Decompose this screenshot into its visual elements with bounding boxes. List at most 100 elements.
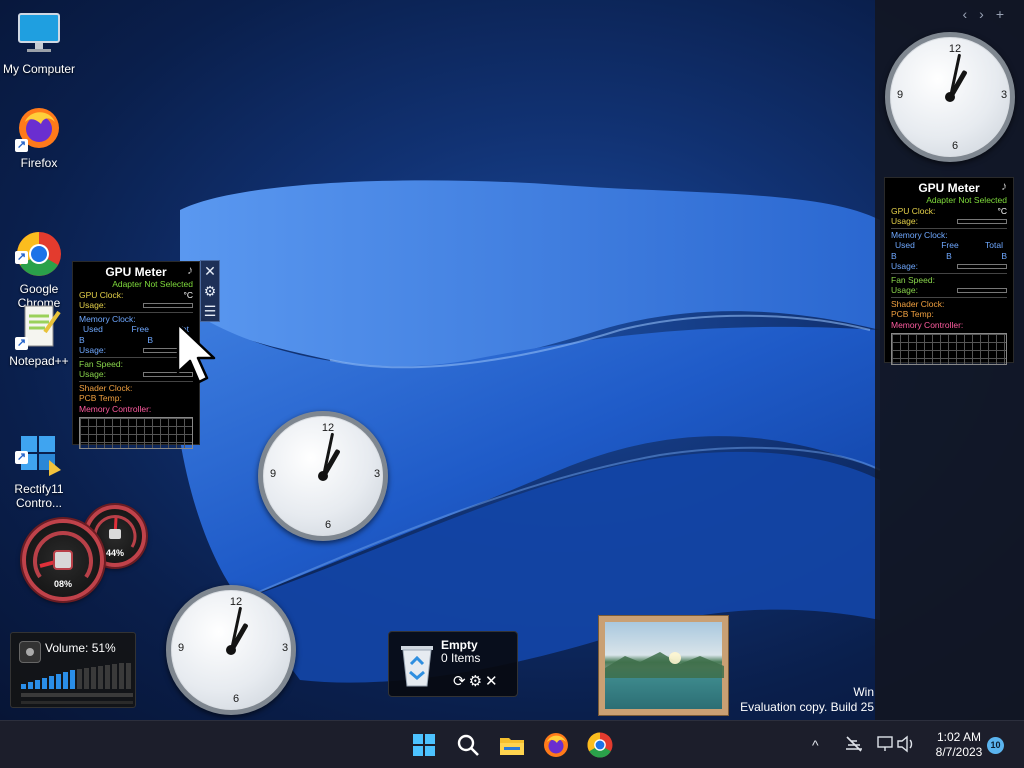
clock-center [226,645,236,655]
gpu-usage-label: Usage: [891,216,918,226]
watermark-line-1: Win [853,685,874,699]
cpu-dial: 08% [22,519,104,601]
desktop-icon-label: Notepad++ [9,354,69,368]
sidebar-add-gadget-button[interactable]: + [996,6,1016,22]
display-icon[interactable] [876,735,896,753]
cpu-meter-gadget[interactable]: 44% 08% [22,505,148,601]
start-button[interactable] [410,731,438,759]
pcb-temp-label: PCB Temp: [891,309,934,319]
desktop-icon-label: Firefox [20,156,58,170]
shortcut-arrow-icon: ↗ [15,139,28,152]
firefox-icon: ↗ [15,104,63,152]
slideshow-photo [605,622,724,709]
shortcut-arrow-icon: ↗ [15,337,28,350]
desktop[interactable]: My Computer ↗ Firefox ↗ Google Chrome ↗ … [0,0,1024,720]
shortcut-arrow-icon: ↗ [15,451,28,464]
drag-gadget-icon[interactable]: ☰ [201,301,219,321]
gadget-sidebar: ‹›+ 12 3 6 9 ♪ GPU Meter Adapter Not Sel… [875,0,1024,720]
clock-numeral-9: 9 [269,468,277,480]
fan-usage-label: Usage: [79,369,106,379]
firefox-icon [544,733,568,757]
gadget-toolbar: ✕ ⚙ ☰ [200,260,220,322]
gadget-options-icon[interactable]: ⚙ [201,281,219,301]
desktop-icon-firefox[interactable]: ↗ Firefox [0,104,78,170]
recycle-bin-icon[interactable] [397,640,437,688]
gpu-usage-bar [957,218,1007,224]
used-label: Used [83,324,103,334]
recycle-bin-actions[interactable]: ⟳⚙✕ [453,672,501,690]
sidebar-navigation: ‹›+ [962,6,1016,22]
notification-badge[interactable]: 10 [987,737,1004,754]
gpu-usage-label: Usage: [79,300,106,310]
recycle-bin-gadget[interactable]: Empty 0 Items ⟳⚙✕ [388,631,518,697]
temp-unit: °C [997,205,1007,216]
volume-label: Volume: 51% [45,641,116,655]
analog-clock-gadget[interactable]: 12 3 6 9 [166,585,296,715]
taskbar-time: 1:02 AM [936,730,982,744]
clock-numeral-6: 6 [232,693,240,705]
used-value: B [79,334,85,345]
clock-numeral-3: 3 [1000,89,1008,101]
taskbar: ^ 1:02 AM 8/7/2023 10 [0,720,1024,768]
close-gadget-icon[interactable]: ✕ [201,261,219,281]
gpu-meter-gadget[interactable]: ♪ GPU Meter Adapter Not Selected GPU Clo… [884,177,1014,365]
chrome-taskbar-button[interactable] [586,731,614,759]
gpu-clock-label: GPU Clock: [891,205,936,216]
desktop-icon-notepad-plus-plus[interactable]: ↗ Notepad++ [0,302,78,368]
volume-slider-track[interactable] [21,693,133,697]
taskbar-apps [410,731,614,759]
fan-usage-label: Usage: [891,285,918,295]
chrome-icon: ↗ [15,216,63,276]
free-label: Free [131,324,149,334]
free-value: B [147,334,153,345]
desktop-icon-google-chrome[interactable]: ↗ Google Chrome [0,202,78,310]
free-label: Free [941,240,959,250]
total-label: Total [985,240,1003,250]
clock-numeral-3: 3 [281,642,289,654]
volume-level-bars[interactable] [21,663,131,689]
start-icon [413,734,435,756]
rectify11-control-panel-icon: ↗ [15,416,63,476]
cpu-percent: 08% [53,579,72,589]
desktop-icon-rectify11-control[interactable]: ↗ Rectify11 Contro... [0,402,78,510]
file-explorer-button[interactable] [498,731,526,759]
free-value: B [946,250,952,261]
sidebar-next-button[interactable]: › [979,6,996,22]
slideshow-gadget[interactable] [598,615,729,716]
speaker-volume-icon[interactable] [896,735,916,753]
volume-slider-track-secondary [21,701,133,704]
mouse-cursor-icon [176,322,216,384]
search-button[interactable] [454,731,482,759]
volume-gadget[interactable]: Volume: 51% [10,632,136,708]
fan-speed-label: Fan Speed: [891,274,935,285]
adapter-status: Adapter Not Selected [926,195,1007,205]
desktop-icon-my-computer[interactable]: My Computer [0,10,78,76]
tray-overflow-chevron-icon[interactable]: ^ [812,737,819,753]
analog-clock-gadget[interactable]: 12 3 6 9 [885,32,1015,162]
clock-numeral-12: 12 [229,596,243,608]
speaker-icon[interactable] [19,641,41,663]
chrome-icon [587,732,613,758]
taskbar-clock[interactable]: 1:02 AM 8/7/2023 [930,730,988,760]
clock-numeral-9: 9 [177,642,185,654]
shortcut-arrow-icon: ↗ [15,251,28,264]
recycle-bin-status: Empty [441,638,478,652]
used-value: B [891,250,897,261]
pcb-temp-label: PCB Temp: [79,393,122,403]
monitor-icon [15,10,63,58]
clock-numeral-6: 6 [951,140,959,152]
music-note-icon: ♪ [1001,179,1007,193]
firefox-taskbar-button[interactable] [542,731,570,759]
file-explorer-icon [500,738,524,755]
network-disconnected-icon[interactable] [844,735,864,753]
memory-usage-bar [957,263,1007,269]
analog-clock-gadget[interactable]: 12 3 6 9 [258,411,388,541]
gpu-history-graph [79,417,193,449]
memory-controller-label: Memory Controller: [891,319,964,330]
temp-unit: °C [183,289,193,300]
sidebar-prev-button[interactable]: ‹ [962,6,979,22]
adapter-status: Adapter Not Selected [112,279,193,289]
clock-numeral-12: 12 [321,422,335,434]
watermark-line-2: Evaluation copy. Build 25 [740,700,874,714]
used-label: Used [895,240,915,250]
